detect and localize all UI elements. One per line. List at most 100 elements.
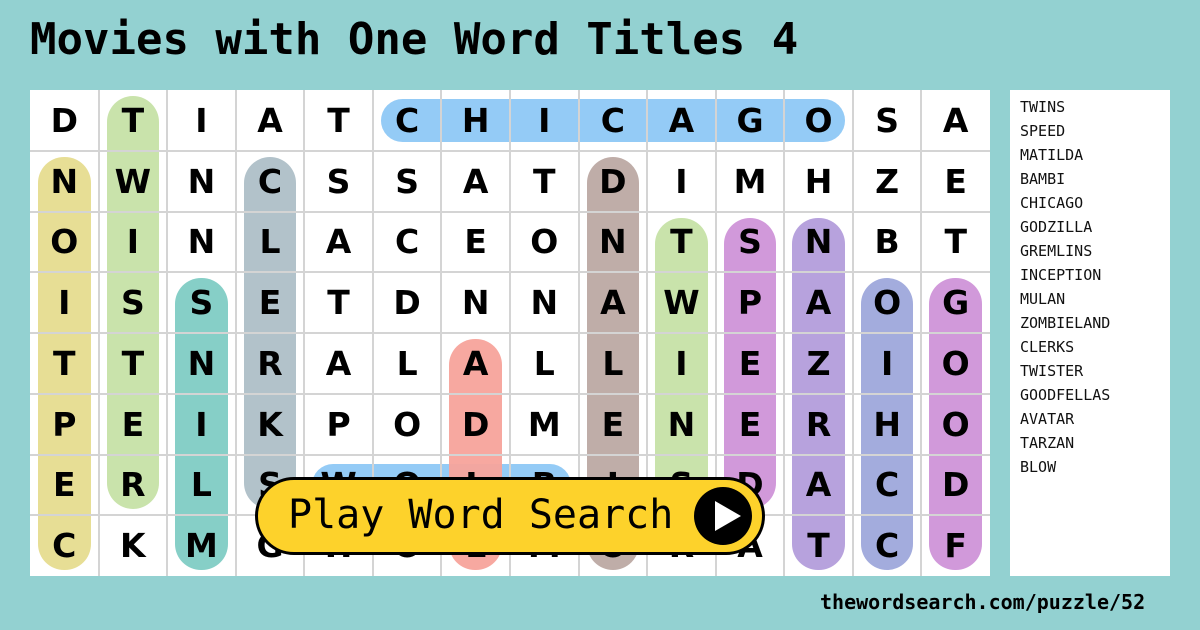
grid-cell[interactable]: I	[510, 90, 579, 151]
grid-cell[interactable]: A	[784, 455, 853, 516]
grid-cell[interactable]: A	[921, 90, 990, 151]
grid-cell[interactable]: C	[579, 90, 648, 151]
grid-cell[interactable]: Z	[784, 333, 853, 394]
word-list-item: BAMBI	[1020, 170, 1066, 188]
grid-cell[interactable]: O	[853, 272, 922, 333]
grid-cell[interactable]: C	[853, 515, 922, 576]
grid-cell[interactable]: N	[167, 212, 236, 273]
grid-cell[interactable]: R	[784, 394, 853, 455]
grid-cell[interactable]: S	[99, 272, 168, 333]
grid-cell[interactable]: S	[304, 151, 373, 212]
grid-cell[interactable]: W	[99, 151, 168, 212]
grid-cell[interactable]: A	[304, 212, 373, 273]
grid-cell[interactable]: H	[441, 90, 510, 151]
grid-cell[interactable]: T	[510, 151, 579, 212]
grid-cell[interactable]: D	[921, 455, 990, 516]
grid-cell[interactable]: M	[167, 515, 236, 576]
grid-cell[interactable]: C	[30, 515, 99, 576]
grid-cell[interactable]: S	[167, 272, 236, 333]
grid-cell[interactable]: A	[441, 333, 510, 394]
grid-cell[interactable]: T	[784, 515, 853, 576]
grid-cell[interactable]: R	[99, 455, 168, 516]
grid-cell[interactable]: I	[99, 212, 168, 273]
grid-cell[interactable]: C	[236, 151, 305, 212]
grid-cell[interactable]: I	[167, 90, 236, 151]
grid-cell[interactable]: B	[853, 212, 922, 273]
grid-cell[interactable]: N	[784, 212, 853, 273]
play-word-search-button[interactable]: Play Word Search	[255, 477, 765, 555]
grid-cell[interactable]: T	[647, 212, 716, 273]
grid-cell[interactable]: H	[853, 394, 922, 455]
grid-cell[interactable]: D	[441, 394, 510, 455]
footer-url[interactable]: thewordsearch.com/puzzle/52	[820, 590, 1145, 614]
grid-cell[interactable]: K	[236, 394, 305, 455]
grid-cell[interactable]: E	[921, 151, 990, 212]
grid-cell[interactable]: E	[30, 455, 99, 516]
grid-cell[interactable]: M	[510, 394, 579, 455]
grid-cell[interactable]: G	[921, 272, 990, 333]
grid-cell[interactable]: C	[373, 212, 442, 273]
grid-cell[interactable]: T	[304, 90, 373, 151]
grid-cell[interactable]: S	[373, 151, 442, 212]
grid-cell[interactable]: L	[579, 333, 648, 394]
grid-cell[interactable]: A	[784, 272, 853, 333]
grid-cell[interactable]: L	[510, 333, 579, 394]
grid-cell[interactable]: Z	[853, 151, 922, 212]
grid-cell[interactable]: L	[167, 455, 236, 516]
grid-cell[interactable]: A	[304, 333, 373, 394]
grid-cell[interactable]: L	[236, 212, 305, 273]
grid-cell[interactable]: K	[99, 515, 168, 576]
grid-cell[interactable]: T	[921, 212, 990, 273]
grid-cell[interactable]: G	[716, 90, 785, 151]
grid-cell[interactable]: T	[304, 272, 373, 333]
grid-cell[interactable]: A	[236, 90, 305, 151]
grid-cell[interactable]: E	[716, 333, 785, 394]
grid-cell[interactable]: O	[373, 394, 442, 455]
grid-cell[interactable]: D	[373, 272, 442, 333]
grid-cell[interactable]: N	[441, 272, 510, 333]
grid-cell[interactable]: F	[921, 515, 990, 576]
grid-cell[interactable]: S	[853, 90, 922, 151]
grid-cell[interactable]: A	[579, 272, 648, 333]
grid-cell[interactable]: M	[716, 151, 785, 212]
grid-cell[interactable]: P	[30, 394, 99, 455]
grid-cell[interactable]: E	[579, 394, 648, 455]
grid-cell[interactable]: T	[30, 333, 99, 394]
grid-cell[interactable]: E	[236, 272, 305, 333]
grid-cell[interactable]: T	[99, 333, 168, 394]
grid-cell[interactable]: R	[236, 333, 305, 394]
grid-cell[interactable]: D	[30, 90, 99, 151]
grid-cell[interactable]: E	[441, 212, 510, 273]
grid-cell[interactable]: O	[510, 212, 579, 273]
grid-cell[interactable]: P	[304, 394, 373, 455]
grid-cell[interactable]: O	[921, 394, 990, 455]
grid-cell[interactable]: N	[579, 212, 648, 273]
grid-cell[interactable]: N	[30, 151, 99, 212]
grid-cell[interactable]: E	[99, 394, 168, 455]
grid-cell[interactable]: A	[441, 151, 510, 212]
grid-cell[interactable]: N	[647, 394, 716, 455]
grid-cell[interactable]: N	[510, 272, 579, 333]
grid-cell[interactable]: I	[853, 333, 922, 394]
grid-cell[interactable]: N	[167, 151, 236, 212]
grid-cell[interactable]: W	[647, 272, 716, 333]
grid-cell[interactable]: O	[784, 90, 853, 151]
grid-cell[interactable]: O	[30, 212, 99, 273]
grid-cell[interactable]: O	[921, 333, 990, 394]
grid-cell[interactable]: S	[716, 212, 785, 273]
grid-cell[interactable]: P	[716, 272, 785, 333]
grid-cell[interactable]: T	[99, 90, 168, 151]
grid-cell[interactable]: I	[167, 394, 236, 455]
grid-cell[interactable]: N	[167, 333, 236, 394]
grid-cell[interactable]: I	[647, 151, 716, 212]
grid-cell[interactable]: I	[647, 333, 716, 394]
grid-cell[interactable]: H	[784, 151, 853, 212]
word-list-item: TWINS	[1020, 98, 1066, 116]
grid-cell[interactable]: C	[853, 455, 922, 516]
grid-cell[interactable]: D	[579, 151, 648, 212]
grid-cell[interactable]: C	[373, 90, 442, 151]
grid-cell[interactable]: A	[647, 90, 716, 151]
grid-cell[interactable]: L	[373, 333, 442, 394]
grid-cell[interactable]: I	[30, 272, 99, 333]
grid-cell[interactable]: E	[716, 394, 785, 455]
